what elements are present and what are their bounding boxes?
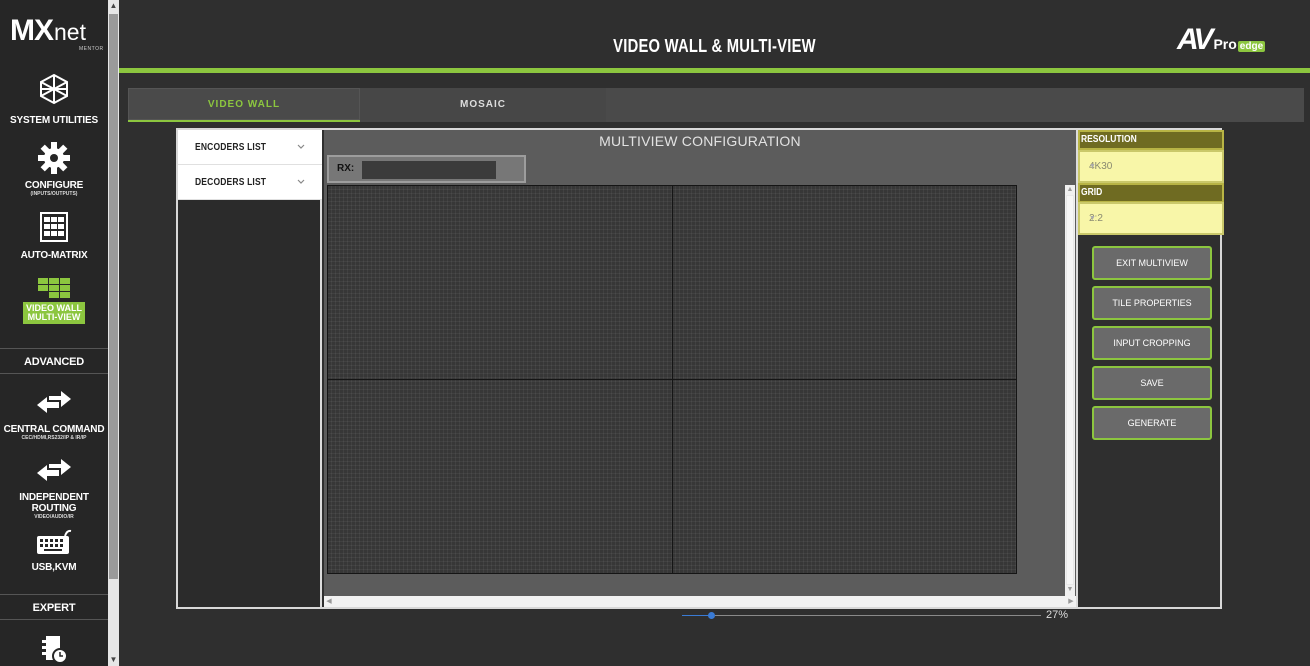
chevron-down-icon (297, 179, 305, 184)
tab-mosaic[interactable]: MOSAIC (360, 88, 606, 122)
input-cropping-button[interactable]: INPUT CROPPING (1092, 326, 1212, 360)
scroll-up-icon[interactable]: ▲ (109, 1, 118, 11)
sidebar-item-sublabel: VIDEO/AUDIO/IR (34, 514, 74, 520)
brand-av-text: AV (1177, 23, 1213, 56)
mxnet-logo[interactable]: MXnet MENTOR (10, 14, 110, 54)
tile-1[interactable] (327, 185, 673, 380)
rx-selector[interactable]: RX: (327, 155, 526, 183)
page-title: VIDEO WALL & MULTI-VIEW (613, 36, 816, 56)
tab-video-wall[interactable]: VIDEO WALL (128, 88, 360, 122)
caret-down-icon: ▼ (1089, 215, 1096, 222)
save-button[interactable]: SAVE (1092, 366, 1212, 400)
scroll-down-icon[interactable]: ▼ (1065, 585, 1075, 595)
controls-panel: RESOLUTION 4K30 ▼ GRID 2:2 ▼ EXIT MULTIV… (1076, 130, 1224, 607)
sidebar-item-label: CENTRAL COMMAND (3, 424, 105, 435)
scrollbar-thumb[interactable] (1066, 195, 1074, 585)
sidebar: MXnet MENTOR SYSTEM UTILITIES CONFIGURE … (0, 0, 119, 666)
rx-field[interactable] (362, 161, 496, 179)
arrows-icon (37, 391, 71, 413)
caret-down-icon: ▼ (1089, 163, 1096, 170)
multiview-canvas-area: MULTIVIEW CONFIGURATION RX: ▲ ▼ ◀ ▶ (324, 130, 1076, 607)
sidebar-section-advanced: ADVANCED (0, 348, 108, 374)
scroll-down-icon[interactable]: ▼ (109, 655, 118, 665)
arrows-icon (37, 459, 71, 481)
chevron-down-icon (297, 144, 305, 149)
sidebar-content: MXnet MENTOR SYSTEM UTILITIES CONFIGURE … (0, 0, 108, 666)
resolution-header: RESOLUTION (1078, 130, 1224, 150)
sidebar-item-system-utilities[interactable]: SYSTEM UTILITIES (0, 72, 108, 126)
exit-multiview-button[interactable]: EXIT MULTIVIEW (1092, 246, 1212, 280)
sidebar-item-video-wall[interactable]: VIDEO WALL MULTI-VIEW (0, 277, 108, 325)
schedule-book-icon (42, 636, 68, 664)
canvas-title: MULTIVIEW CONFIGURATION (599, 133, 801, 149)
decoders-list-dropdown[interactable]: DECODERS LIST (178, 165, 322, 200)
canvas-vertical-scrollbar[interactable]: ▲ ▼ (1065, 185, 1075, 596)
section-label: EXPERT (32, 602, 76, 614)
brand-edge-text: edge (1237, 41, 1266, 52)
canvas-horizontal-scrollbar[interactable]: ◀ ▶ (324, 596, 1076, 607)
zoom-slider[interactable]: 27% (678, 609, 1078, 625)
encoders-list-dropdown[interactable]: ENCODERS LIST (178, 130, 322, 165)
grid-select[interactable]: 2:2 ▼ (1078, 202, 1224, 235)
grid-header: GRID (1078, 183, 1224, 203)
tab-bar: VIDEO WALL MOSAIC (128, 88, 1304, 122)
sidebar-item-active-label: VIDEO WALL MULTI-VIEW (23, 302, 85, 324)
zoom-track (715, 615, 1041, 616)
tile-4[interactable] (672, 379, 1017, 574)
brand-pro-text: Pro (1213, 36, 1237, 52)
sidebar-item-label: SYSTEM UTILITIES (10, 115, 98, 126)
section-label: ADVANCED (24, 356, 84, 368)
generate-button[interactable]: GENERATE (1092, 406, 1212, 440)
logo-mentor-text: MENTOR (79, 46, 104, 52)
sidebar-item-auto-matrix[interactable]: AUTO-MATRIX (0, 212, 108, 261)
scrollbar-thumb[interactable] (109, 14, 118, 579)
sidebar-item-sublabel: (INPUTS/OUTPUTS) (30, 191, 78, 197)
resolution-label: RESOLUTION (1081, 134, 1137, 145)
sidebar-item-label-line2: MULTI-VIEW (27, 312, 81, 322)
keyboard-icon (37, 529, 72, 554)
source-list-panel: ENCODERS LIST DECODERS LIST (178, 130, 322, 607)
scroll-up-icon[interactable]: ▲ (1065, 185, 1075, 195)
rx-label: RX: (337, 163, 355, 174)
sidebar-scrollbar[interactable]: ▲ ▼ (108, 0, 119, 666)
logo-mx-text: MX (10, 14, 54, 47)
encoders-list-label: ENCODERS LIST (195, 142, 267, 153)
scroll-right-icon[interactable]: ▶ (1066, 596, 1076, 607)
zoom-percent: 27% (1046, 609, 1069, 621)
sidebar-item-expert-schedule[interactable] (0, 634, 108, 664)
gear-icon (38, 142, 70, 174)
sidebar-item-label: USB,KVM (31, 562, 77, 573)
avpro-edge-logo: AV Pro edge (1177, 23, 1266, 56)
header: VIDEO WALL & MULTI-VIEW AV Pro edge (119, 0, 1310, 73)
sidebar-item-label: AUTO-MATRIX (20, 250, 88, 261)
tile-3[interactable] (327, 379, 673, 574)
sidebar-item-label: INDEPENDENT ROUTING (19, 492, 89, 514)
sidebar-item-independent-routing[interactable]: INDEPENDENT ROUTING VIDEO/AUDIO/IR (0, 458, 108, 521)
zoom-handle[interactable] (708, 612, 715, 619)
multiview-grid[interactable] (327, 185, 1017, 574)
tile-2[interactable] (672, 185, 1017, 380)
sidebar-item-sublabel: CEC/HDMI,RS232/IP & IR/IP (21, 435, 87, 441)
sidebar-item-central-command[interactable]: CENTRAL COMMAND CEC/HDMI,RS232/IP & IR/I… (0, 390, 108, 442)
grid-label: GRID (1081, 187, 1103, 198)
resolution-select[interactable]: 4K30 ▼ (1078, 150, 1224, 183)
sidebar-section-expert: EXPERT (0, 594, 108, 620)
tile-properties-button[interactable]: TILE PROPERTIES (1092, 286, 1212, 320)
decoders-list-label: DECODERS LIST (195, 177, 267, 188)
logo-net-text: net (54, 19, 86, 45)
scroll-left-icon[interactable]: ◀ (324, 596, 334, 607)
video-wall-icon (38, 278, 70, 298)
sidebar-item-usb-kvm[interactable]: USB,KVM (0, 528, 108, 573)
network-globe-icon (40, 73, 68, 105)
matrix-grid-icon (40, 212, 68, 242)
app-frame: MXnet MENTOR SYSTEM UTILITIES CONFIGURE … (0, 0, 1310, 666)
sidebar-item-configure[interactable]: CONFIGURE (INPUTS/OUTPUTS) (0, 140, 108, 198)
sidebar-item-label: CONFIGURE (24, 180, 84, 191)
